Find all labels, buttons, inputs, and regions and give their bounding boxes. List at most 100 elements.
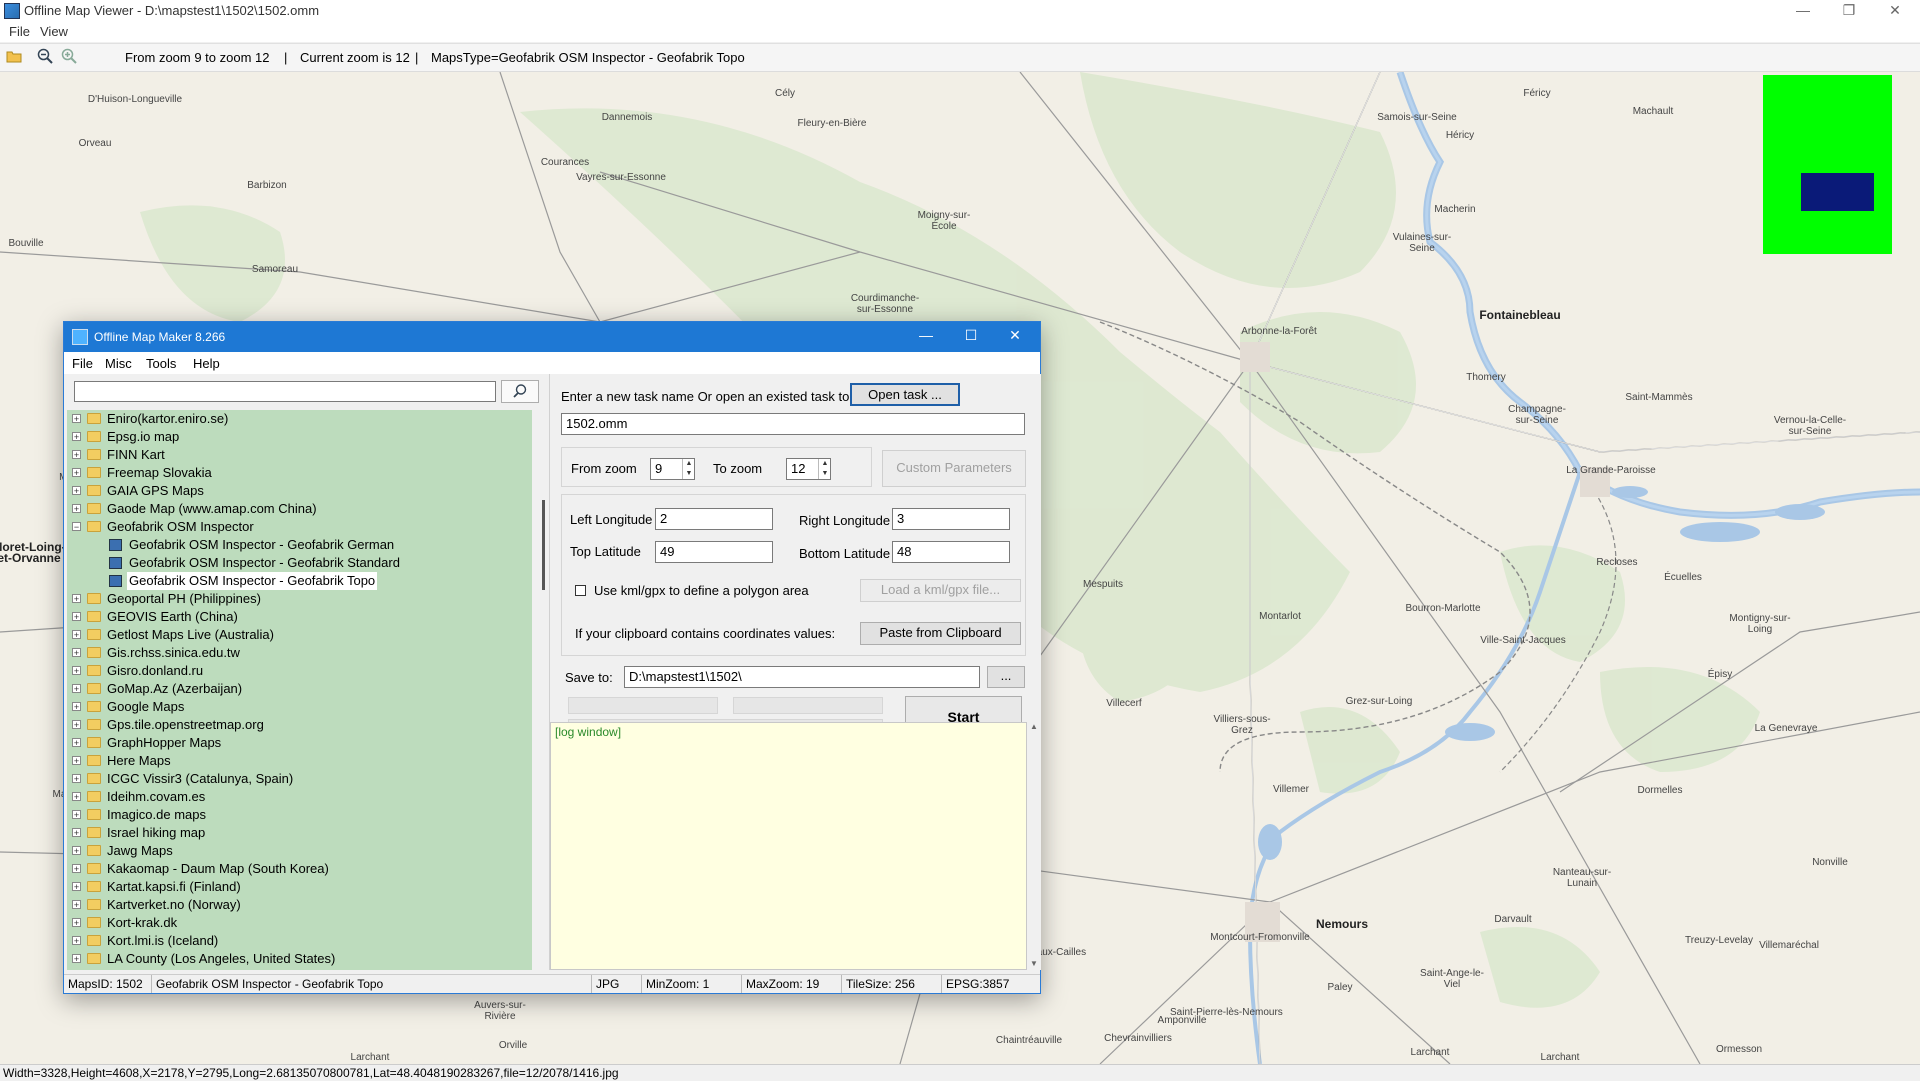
tree-folder-item[interactable]: + Kartverket.no (Norway) <box>67 896 532 914</box>
expand-icon[interactable]: + <box>72 774 81 784</box>
tree-folder-item[interactable]: + Gps.tile.openstreetmap.org <box>67 716 532 734</box>
tree-folder-item[interactable]: + FINN Kart <box>67 446 532 464</box>
tree-folder-item[interactable]: + Geoportal PH (Philippines) <box>67 590 532 608</box>
tree-folder-item[interactable]: + Gisro.donland.ru <box>67 662 532 680</box>
expand-icon[interactable]: + <box>72 612 81 622</box>
expand-icon[interactable]: + <box>72 486 81 496</box>
map-search-input[interactable] <box>74 381 496 402</box>
log-scroll-down[interactable]: ▼ <box>1027 959 1041 968</box>
browse-button[interactable]: ... <box>987 666 1025 688</box>
log-scrollbar[interactable]: ▲ ▼ <box>1027 722 1041 970</box>
map-source-tree[interactable]: + Eniro(kartor.eniro.se) + Epsg.io map + FINN… <box>67 410 532 970</box>
from-zoom-input[interactable]: 9 ▲ ▼ <box>650 458 695 480</box>
tree-scroll-thumb[interactable] <box>542 500 545 590</box>
tree-folder-item[interactable]: + ICGC Vissir3 (Catalunya, Spain) <box>67 770 532 788</box>
tree-folder-item[interactable]: + GEOVIS Earth (China) <box>67 608 532 626</box>
tree-folder-item[interactable]: + Kakaomap - Daum Map (South Korea) <box>67 860 532 878</box>
tree-scrollbar[interactable] <box>539 410 549 970</box>
dialog-menu-file[interactable]: File <box>72 356 93 371</box>
dialog-titlebar[interactable]: Offline Map Maker 8.266 — ☐ ✕ <box>64 322 1040 352</box>
dialog-menu-help[interactable]: Help <box>193 356 220 371</box>
dialog-menu-tools[interactable]: Tools <box>146 356 176 371</box>
expand-icon[interactable]: + <box>72 468 81 478</box>
zoom-in-icon[interactable] <box>61 48 77 64</box>
expand-icon[interactable]: + <box>72 738 81 748</box>
tree-folder-item[interactable]: + Imagico.de maps <box>67 806 532 824</box>
tree-folder-item[interactable]: + Gis.rchss.sinica.edu.tw <box>67 644 532 662</box>
load-kml-button[interactable]: Load a kml/gpx file... <box>860 579 1021 602</box>
tree-folder-item[interactable]: + Google Maps <box>67 698 532 716</box>
expand-icon[interactable]: + <box>72 810 81 820</box>
expand-icon[interactable]: + <box>72 954 81 964</box>
expand-icon[interactable]: + <box>72 756 81 766</box>
expand-icon[interactable]: + <box>72 648 81 658</box>
maximize-button[interactable]: ❐ <box>1826 0 1872 22</box>
save-to-input[interactable]: D:\mapstest1\1502\ <box>624 666 980 688</box>
close-button[interactable]: ✕ <box>1872 0 1918 22</box>
expand-icon[interactable]: + <box>72 666 81 676</box>
dialog-close-button[interactable]: ✕ <box>995 327 1035 344</box>
tree-map-item[interactable]: Geofabrik OSM Inspector - Geofabrik Topo <box>67 572 532 590</box>
tree-map-item[interactable]: Geofabrik OSM Inspector - Geofabrik Germ… <box>67 536 532 554</box>
to-zoom-spinner[interactable]: ▲ ▼ <box>818 459 831 479</box>
expand-icon[interactable]: + <box>72 828 81 838</box>
menu-view[interactable]: View <box>40 24 68 39</box>
collapse-icon[interactable]: − <box>72 522 81 532</box>
left-longitude-input[interactable]: 2 <box>655 508 773 530</box>
expand-icon[interactable]: + <box>72 918 81 928</box>
open-task-button[interactable]: Open task ... <box>850 383 960 406</box>
tree-folder-item[interactable]: + Kartat.kapsi.fi (Finland) <box>67 878 532 896</box>
minimize-button[interactable]: — <box>1780 0 1826 22</box>
expand-icon[interactable]: + <box>72 936 81 946</box>
overview-minimap[interactable] <box>1763 75 1892 254</box>
search-button[interactable] <box>501 380 539 403</box>
top-latitude-input[interactable]: 49 <box>655 541 773 563</box>
expand-icon[interactable]: + <box>72 846 81 856</box>
tree-map-item[interactable]: Geofabrik OSM Inspector - Geofabrik Stan… <box>67 554 532 572</box>
menu-file[interactable]: File <box>9 24 30 39</box>
expand-icon[interactable]: + <box>72 900 81 910</box>
expand-icon[interactable]: + <box>72 504 81 514</box>
dialog-minimize-button[interactable]: — <box>906 327 946 343</box>
to-zoom-input[interactable]: 12 ▲ ▼ <box>786 458 831 480</box>
expand-icon[interactable]: + <box>72 684 81 694</box>
expand-icon[interactable]: + <box>72 450 81 460</box>
tree-folder-item[interactable]: + GoMap.Az (Azerbaijan) <box>67 680 532 698</box>
tree-folder-item[interactable]: + Eniro(kartor.eniro.se) <box>67 410 532 428</box>
bottom-latitude-input[interactable]: 48 <box>892 541 1010 563</box>
expand-icon[interactable]: + <box>72 864 81 874</box>
paste-clipboard-button[interactable]: Paste from Clipboard <box>860 622 1021 645</box>
tree-folder-item[interactable]: + Jawg Maps <box>67 842 532 860</box>
tree-folder-item[interactable]: + Epsg.io map <box>67 428 532 446</box>
expand-icon[interactable]: + <box>72 702 81 712</box>
tree-folder-item[interactable]: + GAIA GPS Maps <box>67 482 532 500</box>
right-longitude-input[interactable]: 3 <box>892 508 1010 530</box>
dialog-maximize-button[interactable]: ☐ <box>951 327 991 344</box>
tree-folder-item[interactable]: + LA County (Los Angeles, United States) <box>67 950 532 968</box>
tree-folder-item[interactable]: + GraphHopper Maps <box>67 734 532 752</box>
tree-folder-item[interactable]: + Gaode Map (www.amap.com China) <box>67 500 532 518</box>
expand-icon[interactable]: + <box>72 882 81 892</box>
zoom-out-icon[interactable] <box>37 48 53 64</box>
minimap-viewport[interactable] <box>1801 173 1874 211</box>
kml-checkbox[interactable] <box>575 585 586 596</box>
tree-folder-item[interactable]: + Kort.lmi.is (Iceland) <box>67 932 532 950</box>
tree-folder-item[interactable]: + Ideihm.covam.es <box>67 788 532 806</box>
expand-icon[interactable]: + <box>72 414 81 424</box>
log-window[interactable]: [log window] <box>550 722 1027 970</box>
dialog-menu-misc[interactable]: Misc <box>105 356 132 371</box>
tree-folder-item[interactable]: + Israel hiking map <box>67 824 532 842</box>
expand-icon[interactable]: + <box>72 720 81 730</box>
expand-icon[interactable]: + <box>72 630 81 640</box>
tree-folder-item[interactable]: + Freemap Slovakia <box>67 464 532 482</box>
tree-folder-item[interactable]: + Here Maps <box>67 752 532 770</box>
task-name-input[interactable]: 1502.omm <box>561 413 1025 435</box>
custom-parameters-button[interactable]: Custom Parameters <box>882 450 1026 487</box>
expand-icon[interactable]: + <box>72 594 81 604</box>
from-zoom-spinner[interactable]: ▲ ▼ <box>682 459 695 479</box>
tree-folder-item[interactable]: + Kort-krak.dk <box>67 914 532 932</box>
expand-icon[interactable]: + <box>72 792 81 802</box>
tree-folder-item[interactable]: − Geofabrik OSM Inspector <box>67 518 532 536</box>
open-folder-icon[interactable] <box>6 48 22 64</box>
expand-icon[interactable]: + <box>72 432 81 442</box>
